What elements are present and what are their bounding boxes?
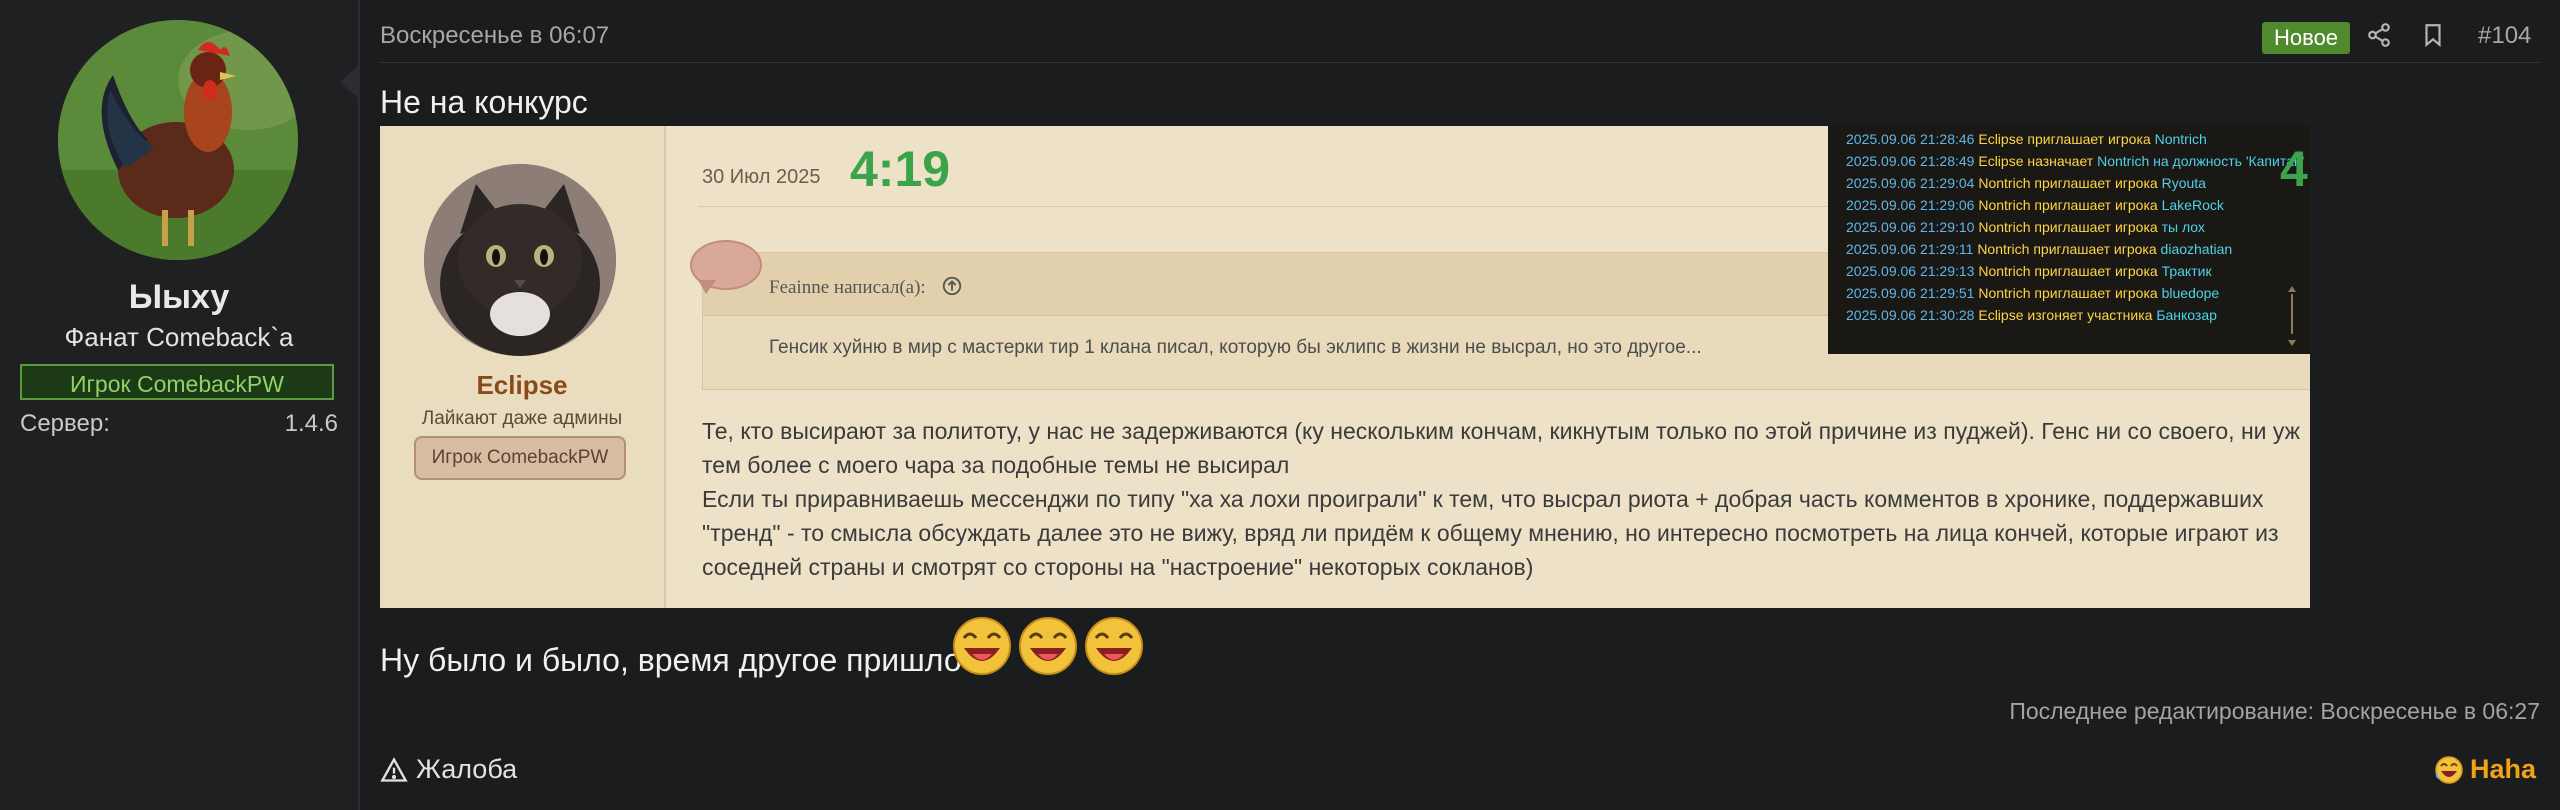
header-divider xyxy=(380,62,2540,63)
author-avatar[interactable] xyxy=(58,20,298,260)
chat-target: Nontrich xyxy=(2154,131,2207,147)
server-label: Сервер: xyxy=(20,410,110,437)
embed-avatar xyxy=(424,164,616,356)
chat-actor: Nontrich xyxy=(1978,219,2031,235)
reaction-label: Haha xyxy=(2469,754,2536,784)
chat-actor: Nontrich xyxy=(1977,241,2030,257)
chat-row: 2025.09.06 21:29:04 Nontrich приглашает … xyxy=(1846,172,2304,194)
chat-target: Трактик xyxy=(2161,263,2212,279)
haha-emoji-icon xyxy=(2435,755,2463,784)
chat-target: diaozhatian xyxy=(2160,241,2233,257)
chat-scroll-icon xyxy=(2288,286,2296,346)
embed-date: 30 Июл 2025 xyxy=(702,166,821,188)
chat-action: назначает xyxy=(2027,153,2094,169)
arrow-up-circle-icon xyxy=(941,275,963,302)
new-badge: Новое xyxy=(2262,22,2351,54)
chat-timestamp: 2025.09.06 21:29:11 xyxy=(1846,241,1974,257)
chat-timestamp: 2025.09.06 21:29:10 xyxy=(1846,219,1975,235)
report-link[interactable]: Жалоба xyxy=(380,754,517,785)
chat-row: 2025.09.06 21:29:10 Nontrich приглашает … xyxy=(1846,216,2304,238)
chat-target: LakeRock xyxy=(2161,197,2224,213)
chat-actor: Eclipse xyxy=(1978,153,2024,169)
chat-actor: Nontrich xyxy=(1978,197,2031,213)
chat-actor: Nontrich xyxy=(1978,285,2031,301)
chat-timestamp: 2025.09.06 21:29:04 xyxy=(1846,175,1975,191)
chat-row: 2025.09.06 21:29:06 Nontrich приглашает … xyxy=(1846,194,2304,216)
post-main: Воскресенье в 06:07 Новое #104 Не на кон… xyxy=(360,0,2560,810)
chat-actor: Eclipse xyxy=(1978,131,2024,147)
chat-timestamp: 2025.09.06 21:29:06 xyxy=(1846,197,1975,213)
post-number[interactable]: #104 xyxy=(2478,22,2531,50)
chat-row: 2025.09.06 21:28:49 Eclipse назначает No… xyxy=(1846,150,2304,172)
embed-user-column: Eclipse Лайкают даже админы Игрок Comeba… xyxy=(380,126,666,608)
post-date[interactable]: Воскресенье в 06:07 xyxy=(380,22,609,50)
chat-timestamp: 2025.09.06 21:29:13 xyxy=(1846,263,1975,279)
chat-actor: Nontrich xyxy=(1978,175,2031,191)
quote-author: Feainne написал(а): xyxy=(769,277,926,298)
panel-pointer xyxy=(340,66,358,98)
speech-bubble-tail xyxy=(698,280,716,294)
laughing-emoji-icon xyxy=(1019,617,1077,675)
post-reply-text: Ну было и было, время другое пришло xyxy=(380,642,962,678)
post-title: Не на конкурс xyxy=(380,84,588,120)
embed-user-badge: Игрок ComebackPW xyxy=(414,436,626,480)
chat-row: 2025.09.06 21:30:28 Eclipse изгоняет уча… xyxy=(1846,304,2304,326)
chat-row: 2025.09.06 21:29:13 Nontrich приглашает … xyxy=(1846,260,2304,282)
chat-target: Банкозар xyxy=(2156,307,2217,323)
embed-body: Те, кто высирают за политоту, у нас не з… xyxy=(702,414,2302,584)
embed-body-p2: Если ты приравниваешь мессенджи по типу … xyxy=(702,486,2279,580)
chat-action: приглашает игрока xyxy=(2034,175,2158,191)
chat-target: bluedope xyxy=(2161,285,2220,301)
chat-timestamp: 2025.09.06 21:29:51 xyxy=(1846,285,1975,301)
chat-timestamp: 2025.09.06 21:30:28 xyxy=(1846,307,1975,323)
chat-action: приглашает игрока xyxy=(2034,219,2158,235)
embed-time-right: 4:20 xyxy=(2280,141,2310,197)
warning-icon xyxy=(380,756,408,782)
chat-row: 2025.09.06 21:29:11 Nontrich приглашает … xyxy=(1846,238,2304,260)
chat-timestamp: 2025.09.06 21:28:49 xyxy=(1846,153,1975,169)
emoji-row xyxy=(950,614,1146,678)
chat-action: изгоняет участника xyxy=(2027,307,2153,323)
chat-actor: Eclipse xyxy=(1978,307,2024,323)
author-name[interactable]: Ыыху xyxy=(0,278,358,317)
server-value: 1.4.6 xyxy=(284,410,338,437)
author-badge: Игрок ComebackPW xyxy=(20,364,334,400)
chat-target: Ryouta xyxy=(2161,175,2206,191)
chat-log: 2025.09.06 21:28:46 Eclipse приглашает и… xyxy=(1846,128,2304,326)
share-icon[interactable] xyxy=(2366,22,2392,53)
game-chat-overlay: 2025.09.06 21:28:46 Eclipse приглашает и… xyxy=(1828,126,2310,354)
embed-user-subtitle: Лайкают даже админы xyxy=(421,408,623,429)
chat-row: 2025.09.06 21:29:51 Nontrich приглашает … xyxy=(1846,282,2304,304)
chat-action: приглашает игрока xyxy=(2034,285,2158,301)
embed-time-left: 4:19 xyxy=(850,141,951,197)
chat-action: приглашает игрока xyxy=(2027,131,2151,147)
chat-target: ты лох xyxy=(2161,219,2205,235)
chat-actor: Nontrich xyxy=(1978,263,2031,279)
chat-row: 2025.09.06 21:28:46 Eclipse приглашает и… xyxy=(1846,128,2304,150)
author-panel: Ыыху Фанат Comeback`a Игрок ComebackPW С… xyxy=(0,0,360,810)
embed-body-p1: Те, кто высирают за политоту, у нас не з… xyxy=(702,418,2301,478)
chat-target: Nontrich на должность 'Капитан' xyxy=(2097,153,2305,169)
author-title: Фанат Comeback`a xyxy=(64,322,294,352)
chat-action: приглашает игрока xyxy=(2034,197,2158,213)
embedded-screenshot[interactable]: Eclipse Лайкают даже админы Игрок Comeba… xyxy=(380,126,2310,608)
laughing-emoji-icon xyxy=(953,617,1011,675)
laughing-emoji-icon xyxy=(1085,617,1143,675)
report-label: Жалоба xyxy=(416,754,518,784)
bookmark-icon[interactable] xyxy=(2420,22,2446,53)
last-edited-note: Последнее редактирование: Воскресенье в … xyxy=(2009,698,2540,724)
chat-action: приглашает игрока xyxy=(2034,263,2158,279)
chat-timestamp: 2025.09.06 21:28:46 xyxy=(1846,131,1975,147)
chat-action: приглашает игрока xyxy=(2033,241,2157,257)
quote-text: Генсик хуйню в мир с мастерки тир 1 клан… xyxy=(769,337,1702,358)
embed-username: Eclipse xyxy=(476,370,568,400)
reaction-summary[interactable]: Haha xyxy=(2434,754,2536,785)
